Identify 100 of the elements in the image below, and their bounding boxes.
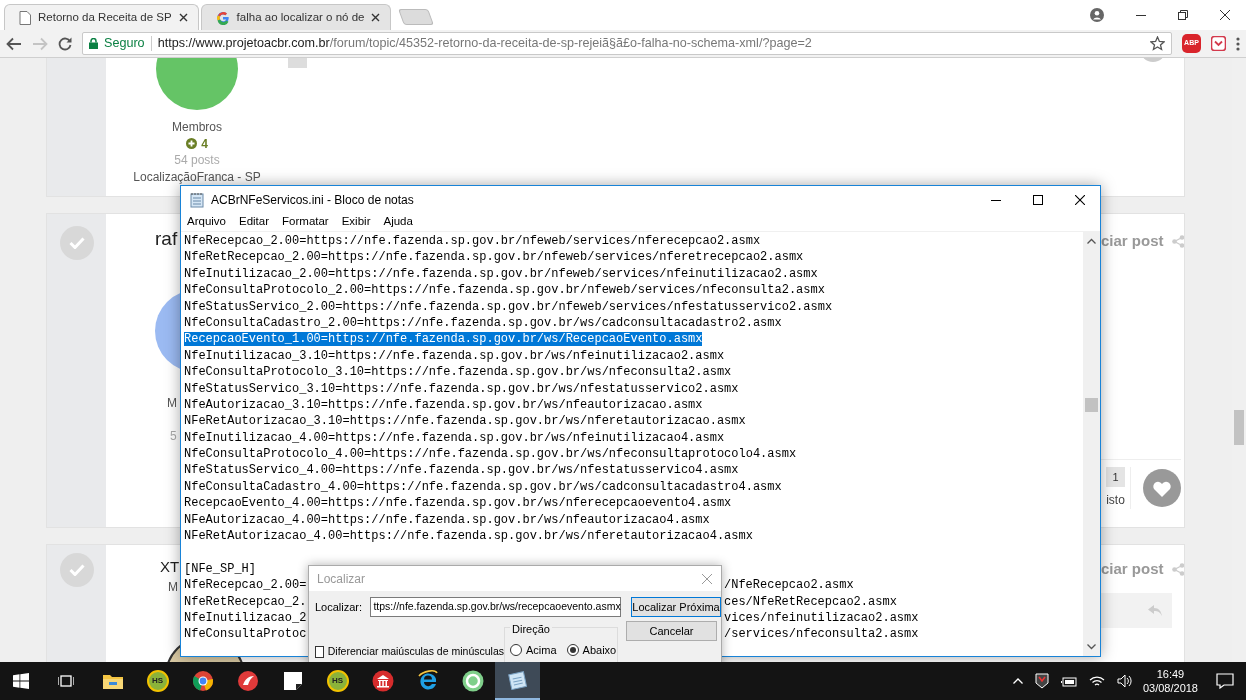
scroll-down-icon[interactable]	[1087, 644, 1096, 650]
text-line: NfeStatusServico_2.00=https://nfe.fazenda.sp.gov.br/nfeweb/services/nfestatusservico2.asmx	[184, 299, 833, 314]
text-line: NfeStatusServico_4.00=https://nfe.fazenda.sp.gov.br/ws/nfestatusservico4.asmx	[184, 463, 739, 478]
author-name[interactable]: XT	[160, 556, 180, 578]
text-line: NfeRecepcao_2.00=	[184, 578, 307, 593]
search-field[interactable]: ttps://nfe.fazenda.sp.gov.br/ws/recepcaoevento.asmx	[370, 597, 621, 617]
pocket-icon[interactable]	[1211, 36, 1226, 51]
text-line: /NfeRecepcao2.asmx	[724, 578, 854, 593]
taskbar-app-button[interactable]: HS	[315, 662, 360, 700]
text-line: NfeConsultaProtocolo_3.10=https://nfe.fazenda.sp.gov.br/ws/nfeconsulta2.asmx	[184, 365, 732, 380]
menu-item[interactable]: Exibir	[341, 213, 371, 231]
check-icon	[68, 237, 85, 249]
browser-tab[interactable]: Retorno da Receita de SP	[4, 4, 199, 30]
restore-icon[interactable]	[1178, 10, 1188, 20]
reaction-label: isto	[1106, 492, 1125, 509]
text-line: NfeInutilizacao_4.00=https://nfe.fazenda.sp.gov.br/ws/nfeinutilizacao4.asmx	[184, 430, 725, 445]
text-line: ces/NfeRetRecepcao2.asmx	[724, 594, 897, 609]
menu-item[interactable]: Arquivo	[187, 213, 226, 231]
reputation-count: 4	[201, 135, 208, 152]
text-line: RecepcaoEvento_4.00=https://nfe.fazenda.sp.gov.br/ws/nferecepcaoevento4.asmx	[184, 496, 732, 511]
check-icon	[68, 564, 85, 576]
author-name[interactable]: raf	[155, 228, 178, 250]
letter-e-icon	[416, 670, 439, 692]
text-line: [NFe_SP_H]	[184, 561, 256, 576]
menu-icon[interactable]	[1236, 36, 1240, 51]
text-line: NfeConsultaProtocolo_2.00=https://nfe.fazenda.sp.gov.br/nfeweb/services/nfeconsulta2.asmx	[184, 283, 825, 298]
app-icon: HS	[146, 670, 169, 692]
reload-icon[interactable]	[58, 36, 72, 51]
page-icon	[19, 10, 31, 25]
security-label: Seguro	[104, 35, 145, 53]
dialog-title: Localizar	[317, 570, 366, 588]
post-count: 5	[170, 428, 177, 445]
back-arrow-icon[interactable]	[6, 36, 22, 51]
location-text: LocalizaçãoFranca - SP	[133, 168, 261, 185]
check-circle-icon[interactable]	[59, 553, 94, 587]
close-icon[interactable]	[1220, 10, 1230, 20]
folder-icon	[101, 672, 124, 690]
star-icon[interactable]	[1150, 36, 1165, 51]
radio-label: Abaixo	[582, 643, 617, 658]
text-line: vices/nfeinutilizacao2.asmx	[724, 611, 919, 625]
notepad-icon	[507, 670, 528, 690]
field-label: Localizar:	[315, 599, 364, 615]
reaction-count: 1	[1106, 466, 1125, 487]
post-count: 54 posts	[174, 152, 220, 169]
browser-icon	[191, 670, 214, 692]
app-icon: HS	[326, 670, 349, 692]
text-line: NfeInutilizacao_2.00=https://nfe.fazenda.sp.gov.br/nfeweb/services/nfeinutilizacao2.asmx	[184, 266, 818, 281]
menu-item[interactable]: Ajuda	[383, 213, 413, 231]
letter-g-icon	[215, 10, 230, 25]
building-icon	[371, 670, 394, 692]
notification-icon[interactable]	[1216, 673, 1234, 689]
scrollbar[interactable]	[1083, 232, 1100, 656]
ring-app-icon	[461, 670, 484, 692]
text-line: NfeConsultaCadastro_2.00=https://nfe.fazenda.sp.gov.br/ws/cadconsultacadastro2.asmx	[184, 315, 782, 330]
volume-icon[interactable]	[1116, 674, 1133, 688]
address-bar[interactable]: Seguro https://www.projetoacbr.com.br/forum/topic/45352-retorno-da-receita-de-sp-rejeiã§ã£o-falha-no-schema-xml/?page=2	[82, 32, 1172, 55]
account-icon[interactable]	[1090, 8, 1104, 22]
check-circle-icon[interactable]	[59, 226, 94, 260]
shield-icon[interactable]	[1034, 673, 1049, 689]
scroll-up-icon[interactable]	[1087, 238, 1096, 244]
text-line: NFeRetAutorizacao_4.00=https://nfe.fazenda.sp.gov.br/ws/nferetautorizacao4.asmx	[184, 529, 753, 544]
menu-item[interactable]: Editar	[239, 213, 270, 231]
taskbar-app-button[interactable]	[495, 662, 540, 700]
text-line: NfeAutorizacao_3.10=https://nfe.fazenda.sp.gov.br/ws/nfeautorizacao.asmx	[184, 397, 703, 412]
radio-button[interactable]	[510, 644, 522, 657]
text-line: NFeAutorizacao_4.00=https://nfe.fazenda.sp.gov.br/ws/nfeautorizacao4.asmx	[184, 512, 710, 527]
menu-item[interactable]: Formatar	[282, 213, 329, 231]
cancel-button[interactable]: Cancelar	[626, 621, 717, 641]
text-line: NfeRecepcao_2.00=https://nfe.fazenda.sp.gov.br/nfeweb/services/nferecepcao2.asmx	[184, 234, 761, 248]
scrollbar-thumb[interactable]	[1234, 410, 1244, 445]
clock-time[interactable]: 16:49	[1142, 667, 1198, 681]
windows-logo-icon[interactable]	[13, 673, 29, 689]
checkbox-label: Diferenciar maiúsculas de minúsculas	[327, 644, 504, 659]
note-icon	[283, 672, 302, 690]
close-icon[interactable]	[1075, 194, 1085, 205]
checkbox[interactable]	[315, 645, 324, 658]
radio-label: Acima	[526, 643, 557, 658]
close-icon[interactable]	[178, 13, 188, 22]
tab-title: falha ao localizar o nó de	[236, 10, 365, 23]
maximize-icon[interactable]	[1033, 194, 1043, 205]
wifi-icon[interactable]	[1088, 675, 1105, 687]
member-group: Membros	[172, 119, 222, 136]
browser-tab[interactable]: falha ao localizar o nó de	[200, 4, 392, 30]
text-line: NFeRetAutorizacao_3.10=https://nfe.fazenda.sp.gov.br/ws/nferetautorizacao.asmx	[184, 414, 746, 429]
text-line: NfeConsultaProtocolo_4.00=https://nfe.fazenda.sp.gov.br/ws/nfeconsultaprotocolo4.asmx	[184, 447, 797, 462]
notepad-icon	[189, 191, 205, 208]
text-line: NfeStatusServico_3.10=https://nfe.fazenda.sp.gov.br/ws/nfestatusservico2.asmx	[184, 381, 739, 396]
clock-date[interactable]: 03/08/2018	[1142, 681, 1198, 695]
battery-icon[interactable]	[1060, 675, 1077, 687]
radio-button[interactable]	[566, 644, 579, 657]
chevron-up-icon[interactable]	[1012, 678, 1023, 684]
taskbar-app-button[interactable]: HS	[135, 662, 180, 700]
task-view-icon[interactable]	[58, 674, 74, 688]
text-line: NfeInutilizacao_2	[184, 611, 307, 625]
scrollbar-thumb[interactable]	[1085, 398, 1098, 412]
close-icon[interactable]	[371, 13, 381, 22]
text-line: NfeInutilizacao_3.10=https://nfe.fazenda.sp.gov.br/ws/nfeinutilizacao2.asmx	[184, 348, 725, 363]
find-next-button[interactable]: Localizar Próxima	[630, 597, 721, 617]
member-group: M	[168, 578, 178, 596]
tab-title: Retorno da Receita de SP	[38, 10, 172, 23]
